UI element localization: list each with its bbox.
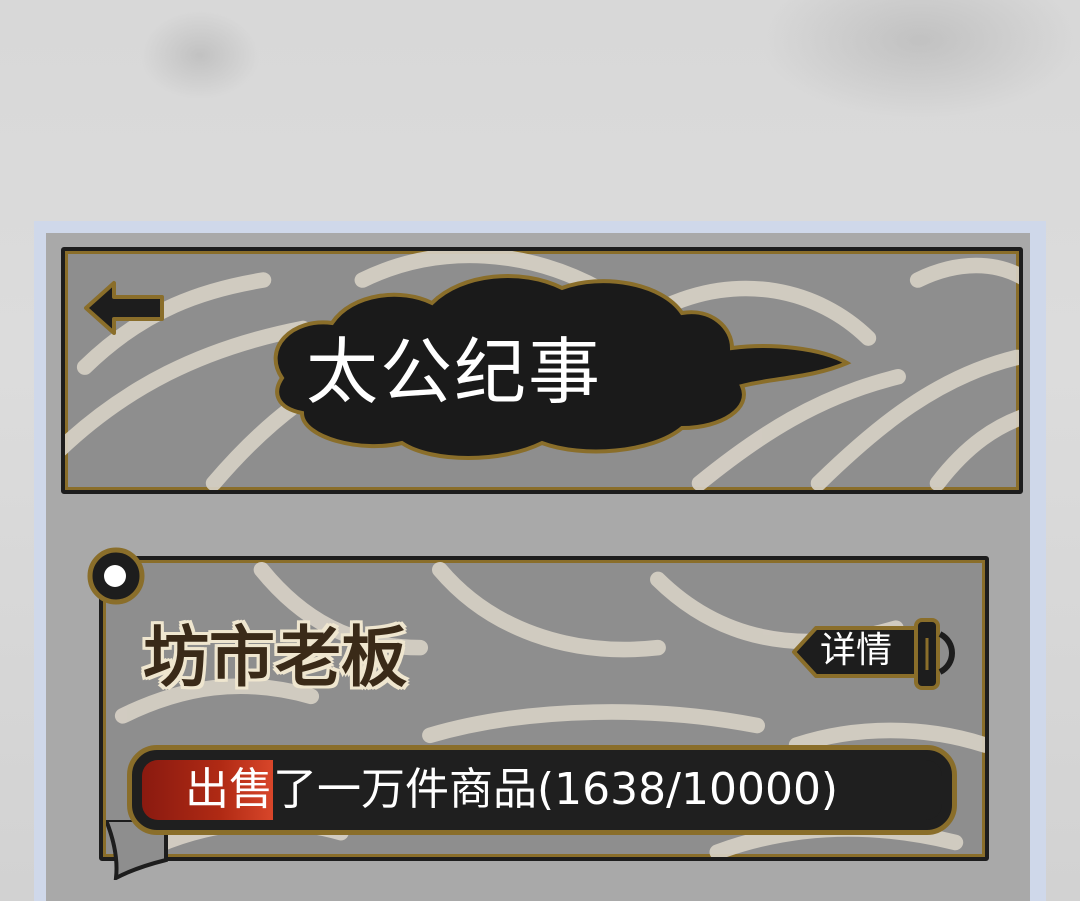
page-title: 太公纪事 (306, 330, 603, 414)
background-ink-smudge (140, 10, 260, 100)
detail-button-label: 详情 (820, 630, 893, 671)
back-arrow-icon[interactable] (80, 275, 170, 341)
background-ink-smudge (760, 0, 1080, 120)
pin-icon (87, 547, 145, 605)
achievement-title: 坊市老板 (143, 619, 407, 696)
progress-text: 出售了一万件商品(1638/10000) (185, 764, 839, 815)
